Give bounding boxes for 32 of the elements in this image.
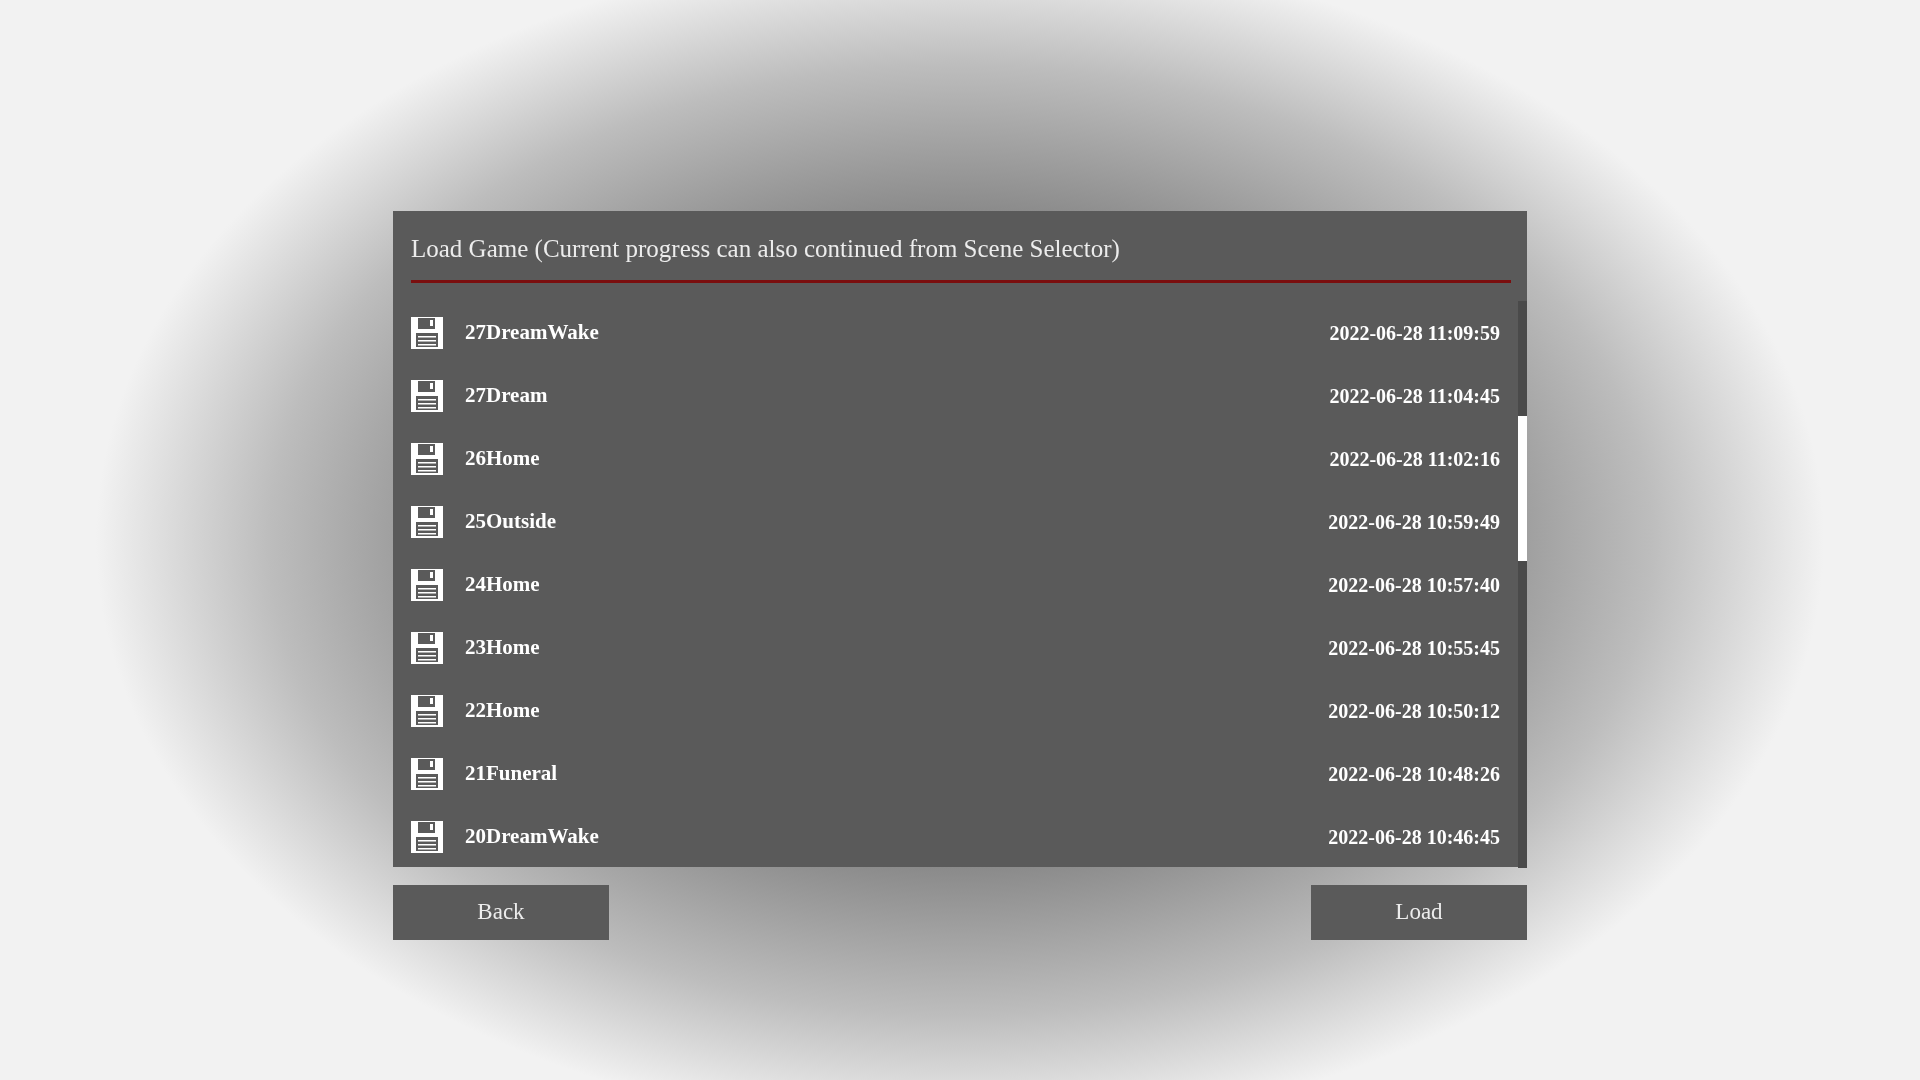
scrollbar-thumb[interactable] — [1518, 416, 1527, 561]
save-name: 27DreamWake — [465, 318, 599, 346]
save-name: 21Funeral — [465, 759, 558, 787]
save-slot-row[interactable]: 27DreamWake 2022-06-28 11:09:59 — [411, 301, 1500, 364]
save-name: 23Home — [465, 633, 540, 661]
save-name: 20DreamWake — [465, 822, 599, 850]
save-name: 27Dream — [465, 381, 548, 409]
save-timestamp: 2022-06-28 11:04:45 — [1329, 383, 1500, 409]
scrollbar-track[interactable] — [1518, 301, 1527, 868]
save-slot-row[interactable]: 20DreamWake 2022-06-28 10:46:45 — [411, 805, 1500, 868]
save-timestamp: 2022-06-28 10:57:40 — [1328, 572, 1500, 598]
save-name: 25Outside — [465, 507, 556, 535]
dialog-title: Load Game (Current progress can also continued from Scene Selector) — [411, 234, 1121, 265]
save-timestamp: 2022-06-28 10:55:45 — [1328, 635, 1500, 661]
save-timestamp: 2022-06-28 11:02:16 — [1329, 446, 1500, 472]
save-slot-row[interactable]: 21Funeral 2022-06-28 10:48:26 — [411, 742, 1500, 805]
dialog-button[interactable]: Load — [1311, 885, 1527, 940]
dialog-button[interactable]: Back — [393, 885, 609, 940]
save-timestamp: 2022-06-28 10:50:12 — [1328, 698, 1500, 724]
save-slot-row[interactable]: 27Dream 2022-06-28 11:04:45 — [411, 364, 1500, 427]
save-name: 24Home — [465, 570, 540, 598]
save-name: 22Home — [465, 696, 540, 724]
save-timestamp: 2022-06-28 11:09:59 — [1329, 320, 1500, 346]
save-slot-row[interactable]: 23Home 2022-06-28 10:55:45 — [411, 616, 1500, 679]
save-slot-row[interactable]: 22Home 2022-06-28 10:50:12 — [411, 679, 1500, 742]
save-timestamp: 2022-06-28 10:59:49 — [1328, 509, 1500, 535]
save-slot-row[interactable]: 25Outside 2022-06-28 10:59:49 — [411, 490, 1500, 553]
save-name: 26Home — [465, 444, 540, 472]
save-timestamp: 2022-06-28 10:46:45 — [1328, 824, 1500, 850]
save-timestamp: 2022-06-28 10:48:26 — [1328, 761, 1500, 787]
save-slot-row[interactable]: 26Home 2022-06-28 11:02:16 — [411, 427, 1500, 490]
save-slot-row[interactable]: 24Home 2022-06-28 10:57:40 — [411, 553, 1500, 616]
